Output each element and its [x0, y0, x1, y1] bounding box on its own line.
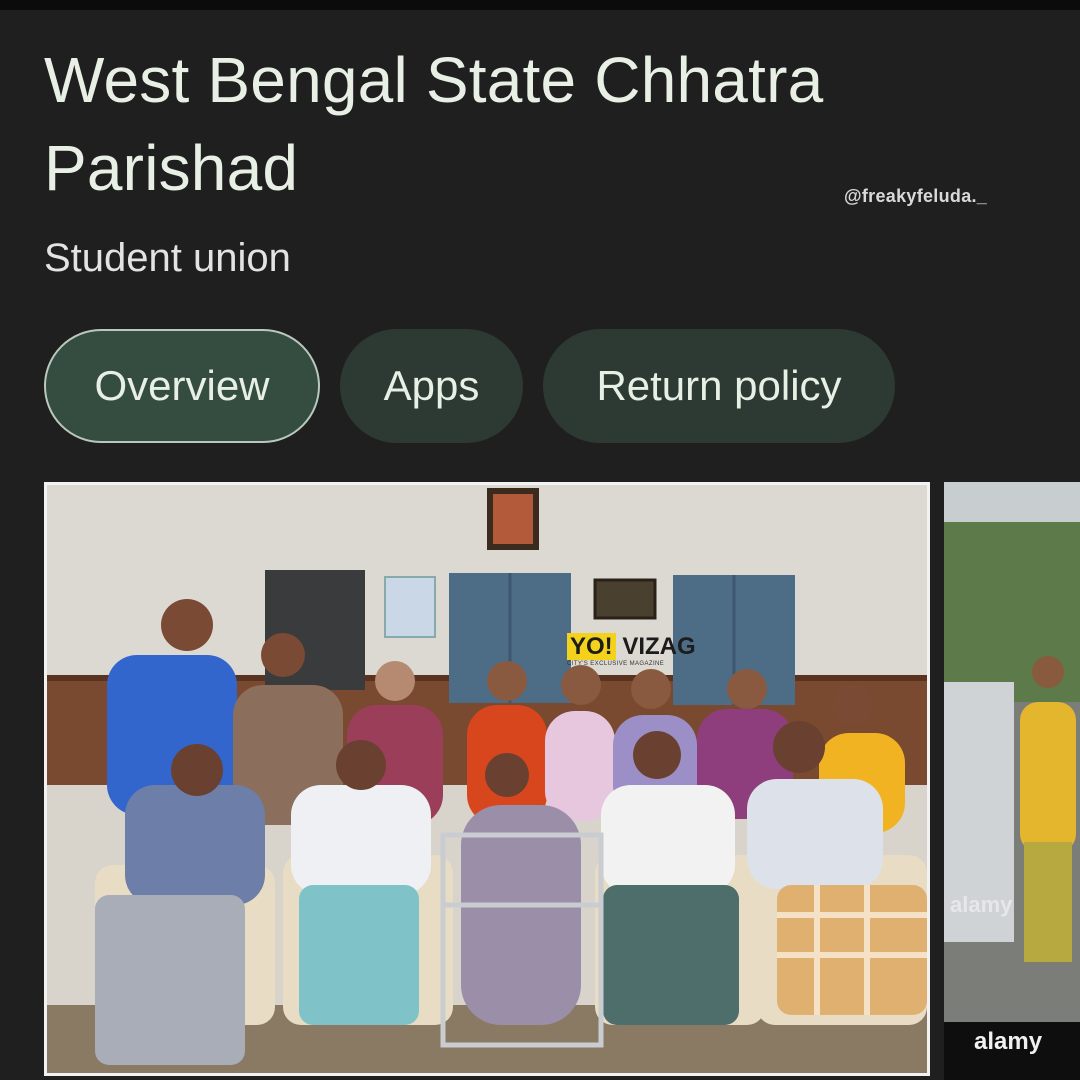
alamy-label: alamy [974, 1028, 1043, 1055]
main-photo[interactable]: YO! VIZAG CITY'S EXCLUSIVE MAGAZINE [44, 482, 930, 1076]
logo-brand-text: VIZAG [615, 633, 696, 660]
logo-subtitle: CITY'S EXCLUSIVE MAGAZINE [567, 661, 665, 667]
street-photo-illustration [944, 482, 1080, 1080]
alamy-watermark: alamy [950, 892, 1013, 917]
top-status-strip [0, 0, 1080, 10]
tab-overview[interactable]: Overview [44, 329, 320, 443]
tab-return-policy[interactable]: Return policy [543, 329, 895, 443]
group-photo-illustration [47, 485, 927, 1073]
side-photo[interactable]: alamy alamy [944, 482, 1080, 1080]
tab-apps[interactable]: Apps [340, 329, 523, 443]
entity-subtitle: Student union [44, 236, 291, 280]
yo-vizag-logo: YO! VIZAG CITY'S EXCLUSIVE MAGAZINE [567, 633, 696, 667]
tab-chips: Overview Apps Return policy [44, 329, 895, 443]
page-title: West Bengal State Chhatra Parishad [44, 44, 824, 204]
watermark-handle: @freakyfeluda._ [844, 186, 988, 206]
